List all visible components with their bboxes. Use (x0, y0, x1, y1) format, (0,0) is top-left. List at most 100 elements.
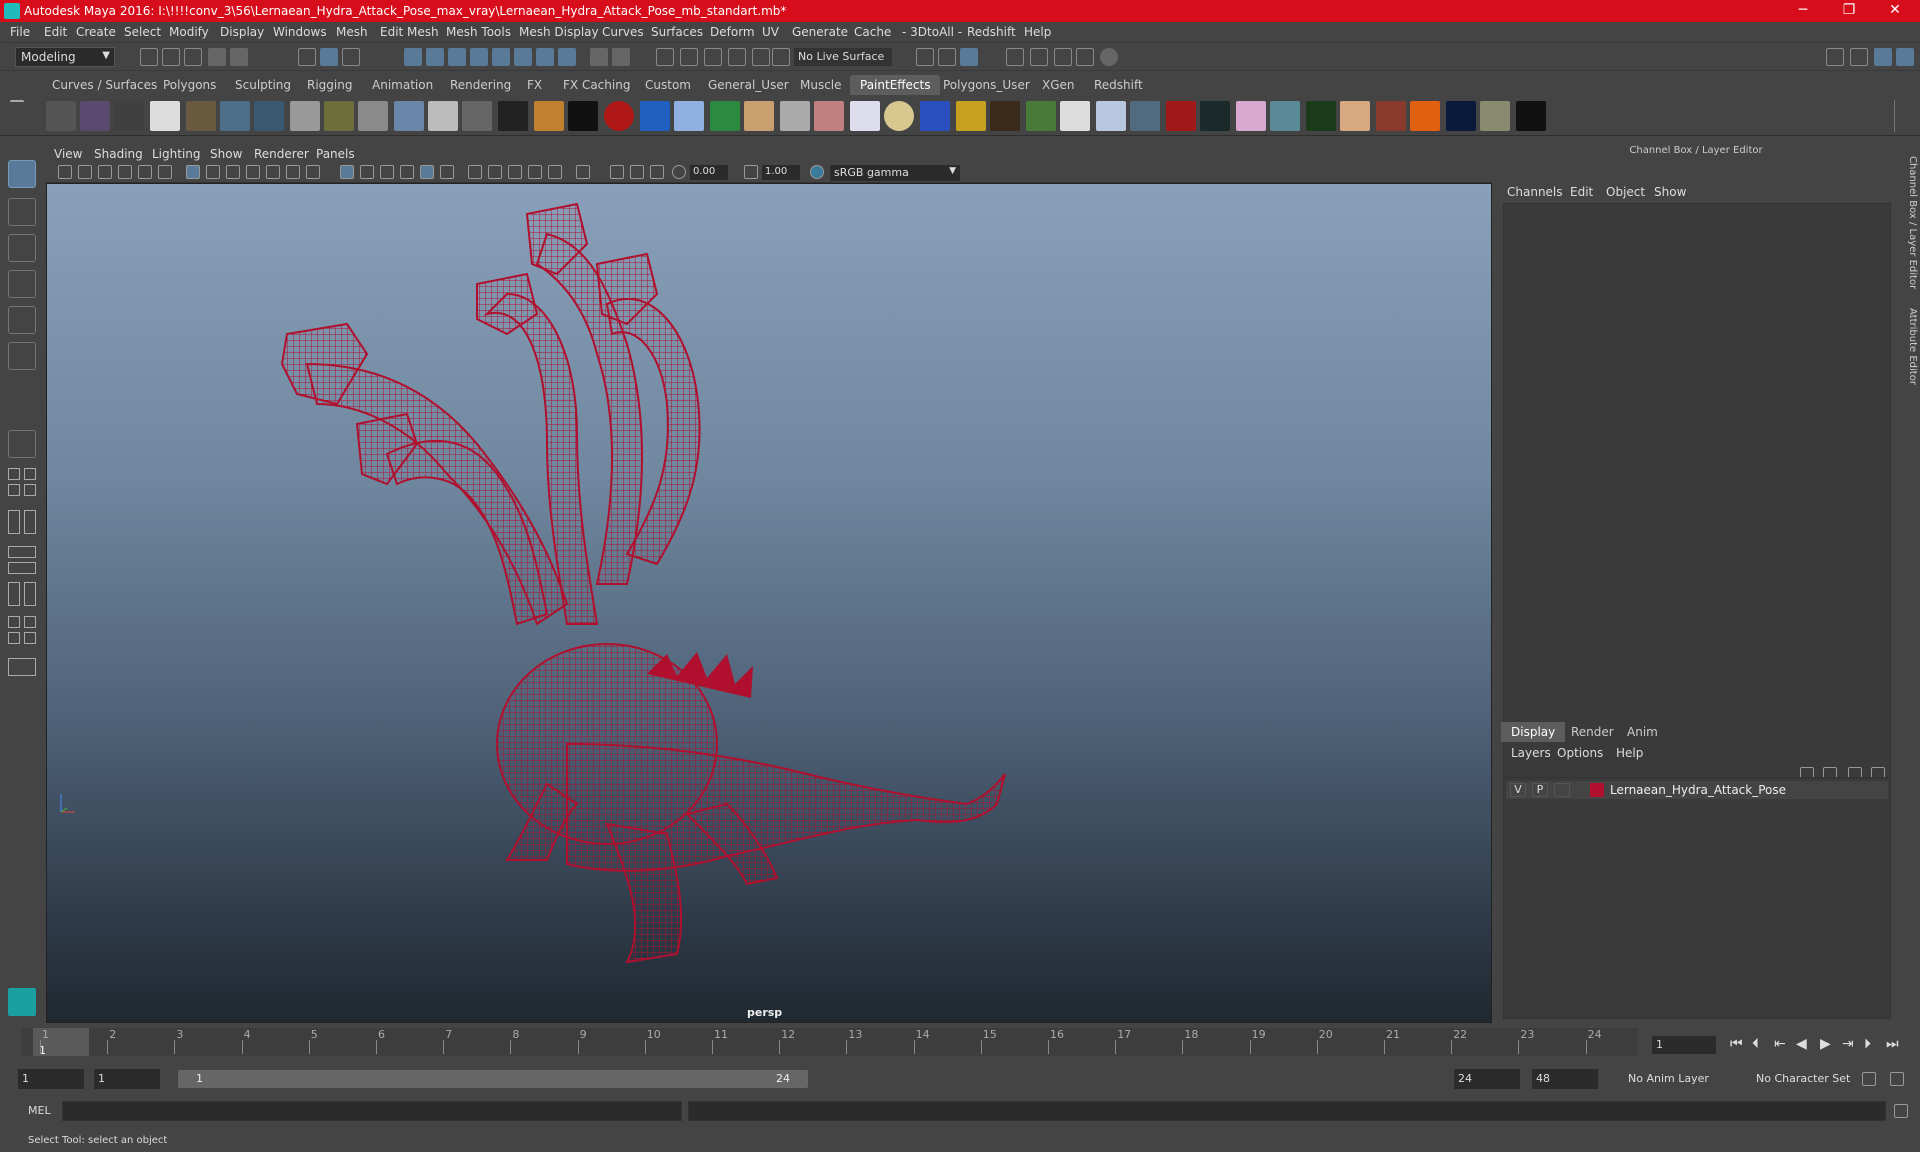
textured-icon[interactable] (400, 165, 414, 179)
render-settings-icon[interactable] (1006, 48, 1024, 66)
persp-outliner-icon[interactable] (24, 468, 36, 480)
shelf-tab-polygons-user[interactable]: Polygons_User (943, 78, 1030, 92)
more-layouts-icon[interactable] (8, 658, 36, 676)
brush-hair-icon[interactable] (462, 101, 492, 131)
shelf-tab-polygons[interactable]: Polygons (163, 78, 216, 92)
input-output-icon[interactable] (612, 48, 630, 66)
snap-grid-icon[interactable] (404, 48, 422, 66)
play-forwards-icon[interactable]: ▶ (1820, 1036, 1831, 1052)
undo-icon[interactable] (208, 48, 226, 66)
edge-loop-icon[interactable] (772, 48, 790, 66)
side-tab-attribute-editor[interactable]: Attribute Editor (1898, 308, 1918, 385)
question-icon[interactable] (558, 48, 576, 66)
select-object-icon[interactable] (320, 48, 338, 66)
xray-joints-icon[interactable] (610, 165, 624, 179)
custom-layout-1-icon[interactable] (8, 616, 20, 628)
custom-layout-2-icon[interactable] (24, 616, 36, 628)
script-language-label[interactable]: MEL (28, 1104, 51, 1117)
two-d-pan-icon[interactable] (138, 165, 152, 179)
ipr-render-icon[interactable] (960, 48, 978, 66)
brush-clouds-blue-icon[interactable] (674, 101, 704, 131)
construction-history-icon[interactable] (680, 48, 698, 66)
shelf-tab-fx-caching[interactable]: FX Caching (563, 78, 630, 92)
brush-ice-icon[interactable] (1270, 101, 1300, 131)
show-menu[interactable]: Show (1654, 185, 1686, 199)
shelf-tab-redshift[interactable]: Redshift (1094, 78, 1143, 92)
hypershade-layout-icon[interactable] (24, 484, 36, 496)
shelf-tab-fx[interactable]: FX (527, 78, 542, 92)
camera-attributes-icon[interactable] (78, 165, 92, 179)
step-forward-key-icon[interactable]: ⇥ (1842, 1036, 1854, 1052)
menu-surfaces[interactable]: Surfaces (651, 25, 703, 39)
menu-curves[interactable]: Curves (602, 25, 644, 39)
shelf-tab-animation[interactable]: Animation (372, 78, 433, 92)
graph-editor-layout-icon[interactable] (8, 546, 36, 558)
shelf-tab-rigging[interactable]: Rigging (307, 78, 352, 92)
viewport-menu-renderer[interactable]: Renderer (254, 147, 309, 161)
snap-live-icon[interactable] (492, 48, 510, 66)
brush-flowers-icon[interactable] (1096, 101, 1126, 131)
layer-tab-anim[interactable]: Anim (1617, 722, 1668, 742)
brush-strands-icon[interactable] (498, 101, 528, 131)
channels-menu[interactable]: Channels (1507, 185, 1563, 199)
menu-set-dropdown[interactable]: Modeling ▼ (15, 47, 115, 67)
channel-box-toggle-icon[interactable] (1874, 48, 1892, 66)
layer-tab-render[interactable]: Render (1561, 722, 1624, 742)
four-view-icon[interactable] (8, 468, 20, 480)
brush-cloud-icon[interactable] (358, 101, 388, 131)
step-back-frame-icon[interactable]: ⏴ (1752, 1036, 1759, 1052)
shadows-icon[interactable] (440, 165, 454, 179)
uv-editor-layout-icon[interactable] (8, 582, 20, 606)
brush-texture-icon[interactable] (780, 101, 810, 131)
smooth-shade-icon[interactable] (360, 165, 374, 179)
close-button[interactable]: ✕ (1872, 0, 1918, 22)
current-time-field[interactable]: 1 (1652, 1036, 1716, 1054)
command-input[interactable] (62, 1101, 682, 1121)
history-icon[interactable] (656, 48, 674, 66)
xray-components-icon[interactable] (630, 165, 644, 179)
render-frame-icon[interactable] (938, 48, 956, 66)
menu-create[interactable]: Create (76, 25, 116, 39)
layer-playback-toggle[interactable]: P (1532, 783, 1548, 797)
move-tool-icon[interactable] (8, 270, 36, 298)
safe-title-icon[interactable] (306, 165, 320, 179)
menu-cache[interactable]: Cache (854, 25, 891, 39)
outliner-layout-icon[interactable] (8, 510, 20, 534)
auto-key-icon[interactable] (1862, 1072, 1876, 1086)
viewport-menu-show[interactable]: Show (210, 147, 242, 161)
brush-wood-icon[interactable] (534, 101, 564, 131)
safe-action-icon[interactable] (286, 165, 300, 179)
viewport-menu-lighting[interactable]: Lighting (152, 147, 201, 161)
brush-planet-icon[interactable] (710, 101, 740, 131)
grid-icon[interactable] (186, 165, 200, 179)
open-scene-icon[interactable] (162, 48, 180, 66)
playback-end-field[interactable]: 24 (1454, 1069, 1520, 1089)
brush-bubble-icon[interactable] (428, 101, 458, 131)
brush-stars-icon[interactable] (1516, 101, 1546, 131)
animation-start-field[interactable]: 1 (18, 1069, 84, 1089)
shelf-tab-general-user[interactable]: General_User (708, 78, 789, 92)
paint-select-tool-icon[interactable] (8, 234, 36, 262)
play-backwards-icon[interactable]: ◀ (1796, 1036, 1807, 1052)
motion-blur-icon[interactable] (488, 165, 502, 179)
shelf-tab-curves-surfaces[interactable]: Curves / Surfaces (52, 78, 157, 92)
select-component-icon[interactable] (342, 48, 360, 66)
perspective-viewport[interactable]: persp (46, 183, 1492, 1023)
node-editor-layout-icon[interactable] (24, 510, 36, 534)
brush-branches-icon[interactable] (1130, 101, 1160, 131)
viewport-menu-view[interactable]: View (54, 147, 82, 161)
object-menu[interactable]: Object (1606, 185, 1645, 199)
shelf-tab-rendering[interactable]: Rendering (450, 78, 511, 92)
image-plane-icon[interactable] (118, 165, 132, 179)
make-live-icon[interactable] (514, 48, 532, 66)
redo-icon[interactable] (230, 48, 248, 66)
menu-deform[interactable]: Deform (710, 25, 755, 39)
brush-light-rays-icon[interactable] (744, 101, 774, 131)
character-set-dropdown[interactable]: No Character Set (1752, 1069, 1864, 1089)
range-slider[interactable]: 1 24 (178, 1070, 808, 1088)
minimize-button[interactable]: ─ (1780, 0, 1826, 22)
step-forward-frame-icon[interactable]: ⏵ (1864, 1036, 1871, 1052)
scale-tool-icon[interactable] (8, 342, 36, 370)
attribute-editor-toggle-icon[interactable] (1896, 48, 1914, 66)
brush-swirl-icon[interactable] (850, 101, 880, 131)
